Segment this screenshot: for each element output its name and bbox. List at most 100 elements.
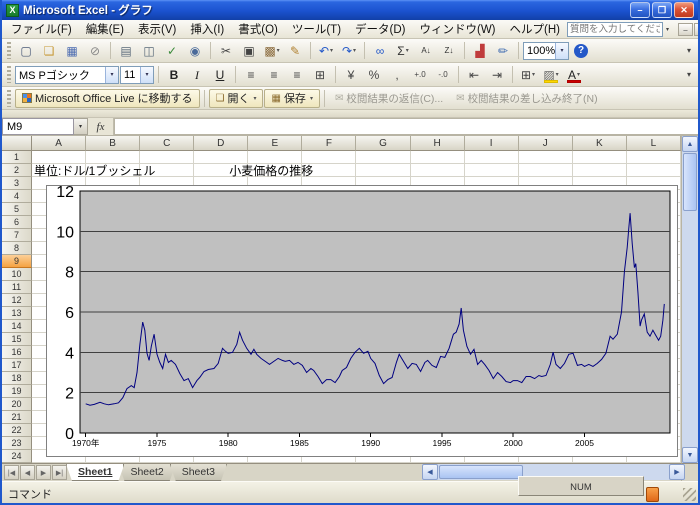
sort-ascending-button[interactable]: A↓ <box>415 41 437 61</box>
align-left-button[interactable]: ≡ <box>240 65 262 85</box>
scroll-up-icon[interactable]: ▲ <box>682 136 698 152</box>
select-all-corner[interactable] <box>2 136 32 151</box>
chevron-down-icon[interactable]: ▾ <box>310 95 313 102</box>
spelling-button[interactable]: ✓ <box>161 41 183 61</box>
live-save-button[interactable]: ▦ 保存 ▾ <box>264 89 319 108</box>
minimize-button[interactable]: – <box>630 2 650 18</box>
print-preview-button[interactable]: ◫ <box>138 41 160 61</box>
toolbar-options-chevron[interactable]: ▾ <box>682 41 696 61</box>
column-header-B[interactable]: B <box>86 136 140 151</box>
row-header-14[interactable]: 14 <box>2 320 32 333</box>
name-box[interactable]: M9 <box>2 118 74 135</box>
tab-scroll-button-2[interactable]: ▶ <box>36 465 51 480</box>
sheet-tab-sheet2[interactable]: Sheet2 <box>118 464 175 481</box>
paste-button[interactable]: ▩▾ <box>261 41 283 61</box>
row-header-23[interactable]: 23 <box>2 437 32 450</box>
autosum-button[interactable]: Σ▾ <box>392 41 414 61</box>
save-button[interactable]: ▦ <box>61 41 83 61</box>
chevron-down-icon[interactable]: ▾ <box>664 26 671 33</box>
print-button[interactable]: ▤ <box>115 41 137 61</box>
toolbar-options-chevron[interactable]: ▾ <box>682 65 696 85</box>
row-header-2[interactable]: 2 <box>2 164 32 177</box>
resize-grip[interactable] <box>683 488 696 501</box>
column-header-I[interactable]: I <box>465 136 519 151</box>
menu-item-1[interactable]: 編集(E) <box>79 20 131 38</box>
tab-scroll-button-0[interactable]: |◀ <box>4 465 19 480</box>
row-header-15[interactable]: 15 <box>2 333 32 346</box>
horizontal-scrollbar-thumb[interactable] <box>439 465 523 479</box>
currency-style-button[interactable]: ¥ <box>340 65 362 85</box>
research-button[interactable]: ◉ <box>184 41 206 61</box>
vertical-scrollbar[interactable]: ▲ ▼ <box>681 136 698 463</box>
wheat-price-chart[interactable]: 0246810121970年19751980198519901995200020… <box>46 185 678 457</box>
insert-function-button[interactable]: fx <box>88 118 114 135</box>
borders-button[interactable]: ⊞▾ <box>517 65 539 85</box>
merge-center-button[interactable]: ⊞ <box>309 65 331 85</box>
vertical-scrollbar-thumb[interactable] <box>683 153 697 211</box>
workbook-restore-button[interactable]: ❐ <box>694 23 700 36</box>
row-header-22[interactable]: 22 <box>2 424 32 437</box>
chevron-down-icon[interactable]: ▾ <box>105 67 118 83</box>
menu-item-3[interactable]: 挿入(I) <box>183 20 231 38</box>
chevron-down-icon[interactable]: ▾ <box>140 67 153 83</box>
font-color-button[interactable]: A▾ <box>563 65 585 85</box>
cells-area[interactable]: 0246810121970年19751980198519901995200020… <box>32 151 681 463</box>
chevron-down-icon[interactable]: ▾ <box>253 95 256 102</box>
redo-button[interactable]: ↷▾ <box>338 41 360 61</box>
vertical-scrollbar-track[interactable] <box>682 212 698 447</box>
hyperlink-button[interactable]: ∞ <box>369 41 391 61</box>
column-header-C[interactable]: C <box>140 136 194 151</box>
chevron-down-icon[interactable]: ▾ <box>556 71 559 78</box>
workbook-minimize-button[interactable]: – <box>678 23 693 36</box>
row-header-5[interactable]: 5 <box>2 203 32 216</box>
menu-item-0[interactable]: ファイル(F) <box>4 20 79 38</box>
drawing-button[interactable]: ✏ <box>492 41 514 61</box>
row-header-19[interactable]: 19 <box>2 385 32 398</box>
menu-item-5[interactable]: ツール(T) <box>285 20 348 38</box>
font-combo[interactable]: MS Pゴシック▾ <box>15 66 119 84</box>
column-header-L[interactable]: L <box>627 136 681 151</box>
chart-object[interactable]: 0246810121970年19751980198519901995200020… <box>46 185 678 457</box>
office-live-go-button[interactable]: Microsoft Office Live に移動する <box>15 89 200 108</box>
chevron-down-icon[interactable]: ▾ <box>353 47 356 54</box>
toolbar-grip[interactable] <box>7 90 11 107</box>
close-button[interactable]: ✕ <box>674 2 694 18</box>
chevron-down-icon[interactable]: ▾ <box>577 71 580 78</box>
column-header-A[interactable]: A <box>32 136 86 151</box>
row-header-10[interactable]: 10 <box>2 268 32 281</box>
align-center-button[interactable]: ≡ <box>263 65 285 85</box>
menu-item-6[interactable]: データ(D) <box>348 20 412 38</box>
chevron-down-icon[interactable]: ▾ <box>555 43 568 59</box>
column-header-J[interactable]: J <box>519 136 573 151</box>
column-header-K[interactable]: K <box>573 136 627 151</box>
sheet-tab-sheet1[interactable]: Sheet1 <box>66 464 124 481</box>
fill-color-button[interactable]: ▨▾ <box>540 65 562 85</box>
font-size-combo[interactable]: 11▾ <box>120 66 154 84</box>
toolbar-grip[interactable] <box>7 42 11 59</box>
chevron-down-icon[interactable]: ▾ <box>406 47 409 54</box>
align-right-button[interactable]: ≡ <box>286 65 308 85</box>
chevron-down-icon[interactable]: ▾ <box>74 118 88 135</box>
chevron-down-icon[interactable]: ▾ <box>277 47 280 54</box>
scroll-right-icon[interactable]: ▶ <box>669 464 685 480</box>
ime-indicator-button[interactable] <box>646 487 659 502</box>
row-header-12[interactable]: 12 <box>2 294 32 307</box>
column-header-E[interactable]: E <box>248 136 302 151</box>
chart-wizard-button[interactable]: ▟ <box>469 41 491 61</box>
permission-button[interactable]: ⊘ <box>84 41 106 61</box>
chevron-down-icon[interactable]: ▾ <box>330 47 333 54</box>
row-header-1[interactable]: 1 <box>2 151 32 164</box>
menu-item-4[interactable]: 書式(O) <box>231 20 285 38</box>
increase-indent-button[interactable]: ⇥ <box>486 65 508 85</box>
zoom-combo[interactable]: 100%▾ <box>523 42 569 60</box>
sheet-tab-sheet3[interactable]: Sheet3 <box>170 464 227 481</box>
new-document-button[interactable]: ▢ <box>15 41 37 61</box>
row-header-17[interactable]: 17 <box>2 359 32 372</box>
maximize-button[interactable]: ❐ <box>652 2 672 18</box>
menu-item-8[interactable]: ヘルプ(H) <box>503 20 567 38</box>
column-header-F[interactable]: F <box>302 136 356 151</box>
worksheet-grid[interactable]: 0246810121970年19751980198519901995200020… <box>2 151 681 463</box>
format-painter-button[interactable]: ✎ <box>284 41 306 61</box>
undo-button[interactable]: ↶▾ <box>315 41 337 61</box>
bold-button[interactable]: B <box>163 65 185 85</box>
